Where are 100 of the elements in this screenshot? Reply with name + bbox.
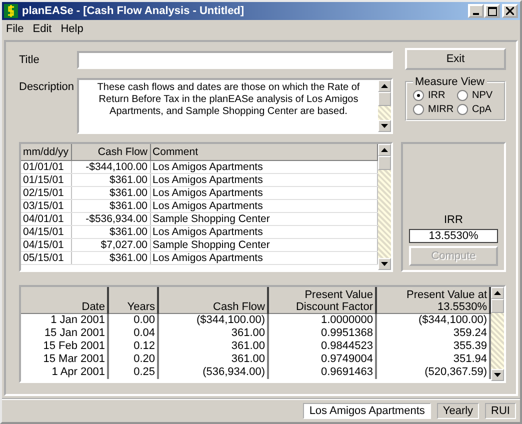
table-cell: 361.00 (158, 353, 268, 366)
table-cell: 361.00 (158, 340, 268, 353)
table-cell: 0.9691463 (268, 366, 376, 379)
radio-option[interactable]: NPV (457, 90, 498, 101)
column-header[interactable]: Cash Flow (158, 287, 268, 314)
table-cell: Los Amigos Apartments (150, 174, 378, 186)
title-label: Title (19, 53, 40, 68)
window-title: planEASe - [Cash Flow Analysis - Untitled] (22, 5, 246, 17)
table-cell: $361.00 (71, 174, 150, 186)
status-pane: Yearly (436, 403, 480, 419)
table-cell: 15 Mar 2001 (21, 353, 108, 366)
menu-item[interactable]: File (6, 22, 24, 34)
table-cell: 0.04 (108, 327, 158, 340)
table-cell: 1.0000000 (268, 314, 376, 327)
menu-item[interactable]: Edit (32, 22, 52, 34)
exit-button[interactable]: Exit (405, 48, 506, 70)
column-header[interactable]: Cash Flow (71, 144, 150, 160)
radio-option[interactable]: IRR (413, 90, 454, 101)
table-cell: 0.12 (108, 340, 158, 353)
radio-button[interactable] (457, 90, 468, 101)
table-cell: ($344,100.00) (158, 314, 268, 327)
table-cell: 04/15/01 (21, 238, 72, 252)
table-cell: -$344,100.00 (71, 160, 150, 174)
table-cell: 03/15/01 (21, 200, 72, 212)
maximize-icon (488, 6, 496, 16)
description-label: Description (19, 80, 76, 95)
table-cell: 0.00 (108, 314, 158, 327)
table-cell: Los Amigos Apartments (150, 186, 378, 200)
table-cell: 01/15/01 (21, 174, 72, 186)
table-cell: 1 Jan 2001 (21, 314, 108, 327)
table-cell: -$536,934.00 (71, 212, 150, 226)
table-cell: 0.9844523 (268, 340, 376, 353)
menu-item[interactable]: Help (60, 22, 84, 34)
scroll-down-button[interactable] (491, 369, 504, 381)
table-cell: Los Amigos Apartments (150, 226, 378, 238)
description-text: These cash flows and dates are those on which the Rate of Return Before Tax in the planEASe analysis of Los Amigos Apartments, and Sample Shopping Center are based. (96, 81, 361, 119)
radio-label: IRR (428, 90, 446, 101)
radio-label: MIRR (428, 104, 454, 115)
table-cell: 02/15/01 (21, 186, 72, 200)
table-cell: Sample Shopping Center (150, 212, 378, 226)
status-pane: RUI (485, 403, 516, 419)
table-cell: $361.00 (71, 186, 150, 200)
radio-label: NPV (472, 90, 493, 101)
table-cell: 01/01/01 (21, 160, 72, 174)
column-header[interactable]: mm/dd/yy (21, 144, 72, 160)
description-field[interactable]: These cash flows and dates are those on which the Rate of Return Before Tax in the planEASe analysis of Los Amigos Apartments, and Sample Shopping Center are based. (77, 78, 393, 134)
radio-label: CpA (472, 104, 492, 115)
up-arrow-icon (494, 291, 501, 295)
up-arrow-icon (380, 148, 388, 152)
up-arrow-icon (381, 84, 388, 88)
column-header[interactable]: Comment (150, 144, 378, 160)
column-header[interactable]: Years (108, 287, 158, 314)
table-cell: Sample Shopping Center (150, 238, 378, 252)
group-label: Measure View (414, 76, 486, 88)
table-cell: $361.00 (71, 200, 150, 212)
table-cell: 1 Apr 2001 (21, 366, 108, 379)
scrollbar-thumb[interactable] (378, 156, 391, 170)
table-cell: 0.9749004 (268, 353, 376, 366)
table-cell: (536,934.00) (158, 366, 268, 379)
down-arrow-icon (380, 262, 388, 266)
minimize-button[interactable] (468, 4, 484, 18)
status-pane: Los Amigos Apartments (303, 403, 431, 419)
down-arrow-icon (381, 124, 388, 128)
title-field[interactable] (77, 51, 393, 69)
column-header[interactable]: Date (21, 287, 108, 314)
column-header[interactable]: Present Value Discount Factor (268, 287, 376, 314)
down-arrow-icon (494, 373, 501, 377)
table-cell: 0.9951368 (268, 327, 376, 340)
result-label: IRR (444, 214, 463, 226)
table-cell: $361.00 (71, 226, 150, 238)
table-cell: 0.20 (108, 353, 158, 366)
radio-button[interactable] (413, 104, 424, 115)
scrollbar-thumb[interactable] (491, 299, 504, 313)
scroll-up-button[interactable] (491, 287, 504, 299)
column-header[interactable]: Present Value at 13.5530% (376, 287, 490, 314)
table-cell: Los Amigos Apartments (150, 160, 378, 174)
result-field: 13.5530% (408, 229, 498, 243)
close-button[interactable] (502, 4, 518, 18)
close-icon (506, 7, 514, 15)
table-cell: 15 Feb 2001 (21, 340, 108, 353)
table-cell: 04/01/01 (21, 212, 72, 226)
table-cell: $361.00 (71, 252, 150, 264)
scroll-up-button[interactable] (378, 144, 391, 156)
dollar-icon (4, 4, 18, 18)
radio-button[interactable] (457, 104, 468, 115)
table-cell: 15 Jan 2001 (21, 327, 108, 340)
radio-option[interactable]: CpA (457, 104, 498, 115)
table-cell: Los Amigos Apartments (150, 200, 378, 212)
maximize-button[interactable] (484, 4, 500, 18)
scroll-up-button[interactable] (378, 80, 391, 92)
table-cell: 05/15/01 (21, 252, 72, 264)
table-cell: 04/15/01 (21, 226, 72, 238)
table-cell: 361.00 (158, 327, 268, 340)
table-cell: 0.25 (108, 366, 158, 379)
table-cell: $7,027.00 (71, 238, 150, 252)
radio-option[interactable]: MIRR (413, 104, 454, 115)
scroll-down-button[interactable] (378, 258, 391, 270)
scrollbar-thumb[interactable] (378, 92, 391, 106)
radio-button[interactable] (413, 90, 424, 101)
scroll-down-button[interactable] (378, 120, 391, 132)
